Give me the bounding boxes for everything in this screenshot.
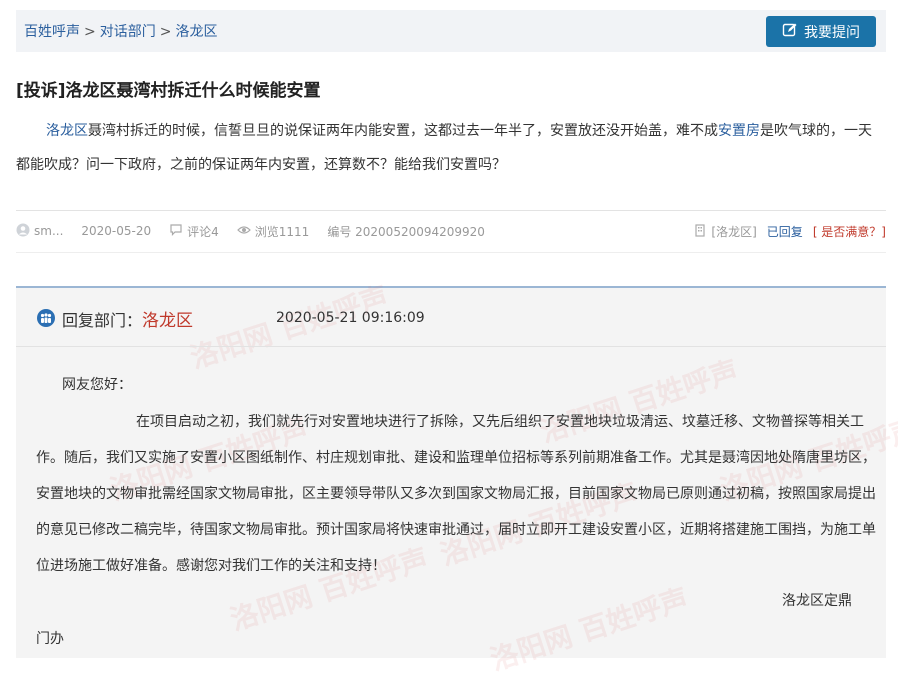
- eye-icon: [236, 223, 251, 240]
- meta-comments[interactable]: 评论4: [169, 223, 219, 240]
- reply-signature-tail: 门办: [36, 631, 64, 647]
- reply-section: 洛阳网 百姓呼声 洛阳网 百姓呼声 洛阳网 百姓呼声 洛阳网 百姓呼声 洛阳网 …: [16, 280, 898, 677]
- content-text-1: 聂湾村拆迁的时候，信誓旦旦的说保证两年内能安置，这都过去一年半了，安置放还没开始…: [88, 123, 718, 139]
- reply-signature: 洛龙区定鼎: [782, 593, 852, 609]
- status-badge: 已回复: [766, 224, 803, 239]
- satisfaction-link[interactable]: [ 是否满意？]: [813, 223, 886, 240]
- breadcrumb-link-luolong[interactable]: 洛龙区: [175, 24, 217, 40]
- reply-dept-label: 回复部门：: [62, 311, 143, 330]
- divider: [16, 210, 886, 211]
- breadcrumb-separator: >: [159, 24, 172, 40]
- department-icon: [36, 309, 56, 327]
- breadcrumb: 百姓呼声 > 对话部门 > 洛龙区: [24, 21, 217, 41]
- content-link-luolong[interactable]: 洛龙区: [46, 123, 88, 139]
- user-icon: [16, 223, 30, 240]
- breadcrumb-link-baixing[interactable]: 百姓呼声: [24, 24, 80, 40]
- reply-body: 在项目启动之初，我们就先行对安置地块进行了拆除，又先后组织了安置地块垃圾清运、坟…: [36, 414, 876, 574]
- breadcrumb-link-dialog-dept[interactable]: 对话部门: [100, 24, 156, 40]
- building-icon: [693, 223, 707, 240]
- breadcrumb-bar: 百姓呼声 > 对话部门 > 洛龙区 我要提问: [16, 10, 886, 52]
- meta-username: sm...: [34, 224, 64, 238]
- content-link-housing[interactable]: 安置房: [718, 123, 760, 139]
- reply-greeting: 网友您好：: [62, 377, 132, 393]
- breadcrumb-separator: >: [84, 24, 96, 40]
- meta-number: 编号 20200520094209920: [327, 224, 485, 239]
- watermark: 洛阳网 百姓呼声: [486, 581, 693, 677]
- reply-header: 回复部门： 洛龙区 2020-05-21 09:16:09: [16, 288, 886, 347]
- edit-icon: [782, 22, 798, 42]
- ask-question-button[interactable]: 我要提问: [766, 16, 876, 47]
- comment-icon: [169, 223, 183, 240]
- meta-right: [洛龙区] 已回复 [ 是否满意？]: [693, 223, 886, 240]
- post-content: 洛龙区聂湾村拆迁的时候，信誓旦旦的说保证两年内能安置，这都过去一年半了，安置放还…: [16, 114, 882, 182]
- meta-comments-label: 评论4: [187, 224, 219, 239]
- meta-user[interactable]: sm...: [16, 223, 63, 240]
- divider: [16, 252, 886, 253]
- reply-dept-name[interactable]: 洛龙区: [142, 306, 193, 331]
- meta-area[interactable]: [洛龙区]: [693, 223, 757, 240]
- meta-views-label: 浏览1111: [254, 224, 310, 239]
- post-meta: sm... 2020-05-20 评论4 浏览1111 编号 202005200…: [16, 220, 886, 242]
- meta-views: 浏览1111: [236, 223, 310, 240]
- reply-time: 2020-05-21 09:16:09: [276, 310, 425, 326]
- meta-area-label: [洛龙区]: [711, 224, 757, 239]
- post-title: [投诉]洛龙区聂湾村拆迁什么时候能安置: [16, 81, 321, 101]
- meta-date: 2020-05-20: [81, 224, 152, 238]
- ask-question-label: 我要提问: [804, 24, 860, 41]
